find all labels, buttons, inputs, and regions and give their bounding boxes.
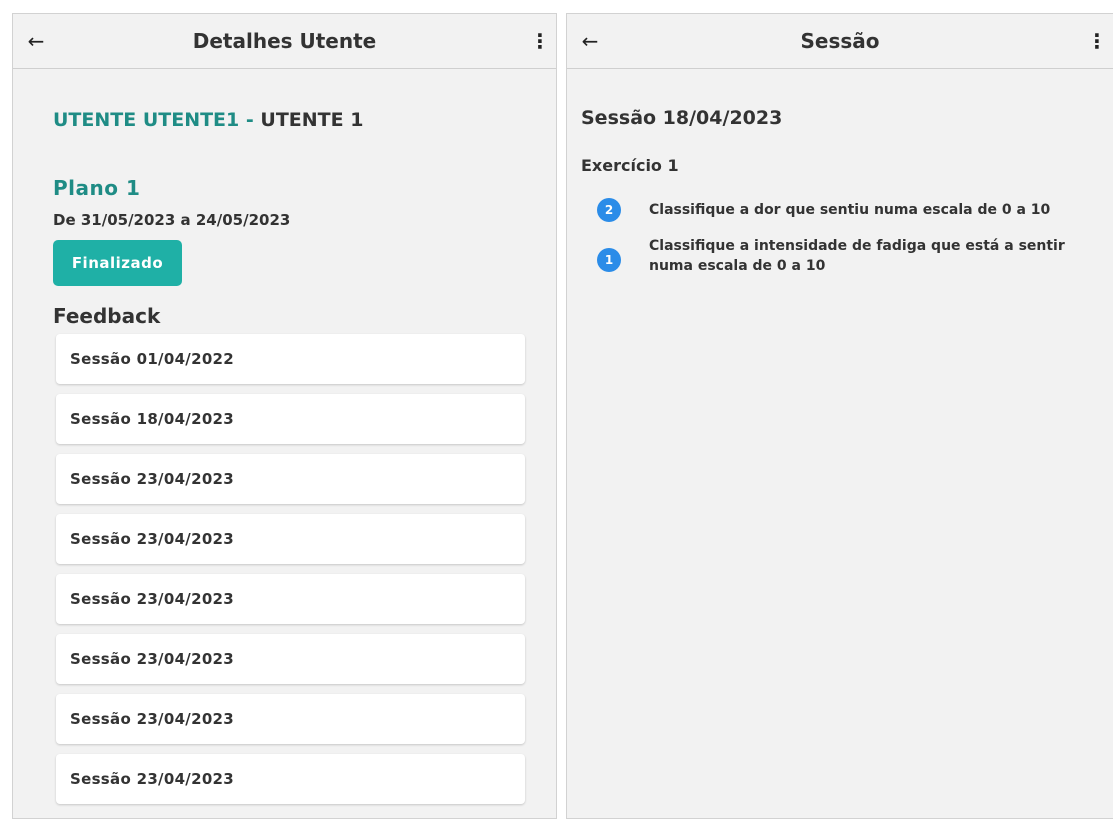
session-list-item[interactable]: Sessão 01/04/2022	[56, 334, 525, 384]
patient-name-secondary: UTENTE 1	[260, 109, 364, 131]
session-list-item[interactable]: Sessão 23/04/2023	[56, 454, 525, 504]
finalizado-button[interactable]: Finalizado	[53, 240, 182, 286]
exercise-title: Exercício 1	[581, 156, 679, 175]
question-text: Classifique a dor que sentiu numa escala…	[649, 202, 1051, 218]
page-title: Detalhes Utente	[192, 29, 377, 53]
arrow-left-icon[interactable]: ←	[577, 28, 603, 54]
question-text: Classifique a intensidade de fadiga que …	[649, 238, 1065, 274]
plan-title: Plano 1	[53, 176, 141, 200]
plan-dates: De 31/05/2023 a 24/05/2023	[53, 211, 291, 229]
app-bar: ← Sessão ⋮	[567, 14, 1113, 69]
feedback-title: Feedback	[53, 304, 161, 328]
session-details-panel: ← Sessão ⋮ Sessão 18/04/2023 Exercício 1…	[566, 13, 1113, 819]
page-title: Sessão	[800, 29, 880, 53]
session-list: Sessão 01/04/2022 Sessão 18/04/2023 Sess…	[56, 334, 525, 814]
more-vertical-icon[interactable]: ⋮	[530, 28, 550, 54]
patient-name-separator: -	[245, 109, 254, 131]
session-list-item[interactable]: Sessão 18/04/2023	[56, 394, 525, 444]
session-list-item[interactable]: Sessão 23/04/2023	[56, 754, 525, 804]
session-list-item[interactable]: Sessão 23/04/2023	[56, 694, 525, 744]
session-list-item[interactable]: Sessão 23/04/2023	[56, 634, 525, 684]
session-heading: Sessão 18/04/2023	[581, 107, 783, 129]
arrow-left-icon[interactable]: ←	[23, 28, 49, 54]
patient-details-panel: ← Detalhes Utente ⋮ UTENTE UTENTE1 - UTE…	[12, 13, 557, 819]
more-vertical-icon[interactable]: ⋮	[1087, 28, 1107, 54]
patient-name-primary: UTENTE UTENTE1	[53, 109, 240, 131]
answer-value-badge: 1	[597, 248, 621, 272]
app-bar: ← Detalhes Utente ⋮	[13, 14, 556, 69]
patient-name: UTENTE UTENTE1 - UTENTE 1	[53, 109, 363, 131]
session-list-item[interactable]: Sessão 23/04/2023	[56, 574, 525, 624]
session-list-item[interactable]: Sessão 23/04/2023	[56, 514, 525, 564]
answer-value-badge: 2	[597, 198, 621, 222]
